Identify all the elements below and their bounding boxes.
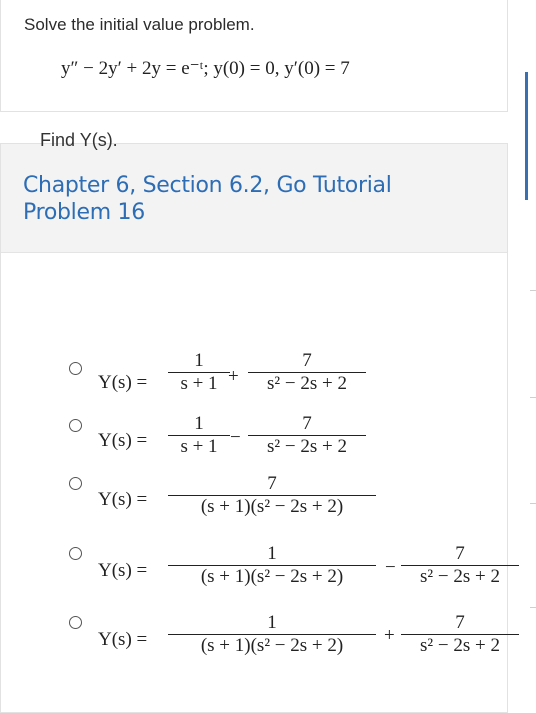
fraction-term-1: 1 s + 1 xyxy=(168,350,230,395)
side-divider xyxy=(530,607,536,608)
option-lhs: Y(s) = xyxy=(98,560,148,581)
fraction-term-2: 7 s² − 2s + 2 xyxy=(401,612,519,657)
radio-button[interactable] xyxy=(69,477,82,490)
side-divider xyxy=(530,397,536,398)
numerator: 7 xyxy=(455,543,465,564)
denominator: s² − 2s + 2 xyxy=(267,436,347,457)
radio-button[interactable] xyxy=(69,547,82,560)
option-lhs: Y(s) = xyxy=(98,629,148,650)
operator: − xyxy=(385,557,396,578)
find-label: Find Y(s). xyxy=(40,130,118,151)
tutorial-header: Chapter 6, Section 6.2, Go Tutorial Prob… xyxy=(1,144,507,253)
tutorial-title: Chapter 6, Section 6.2, Go Tutorial Prob… xyxy=(23,172,392,226)
denominator: s + 1 xyxy=(180,436,218,457)
denominator: (s + 1)(s² − 2s + 2) xyxy=(200,635,344,656)
fraction-term-2: 7 s² − 2s + 2 xyxy=(248,350,366,395)
tutorial-title-line2: Problem 16 xyxy=(23,200,145,225)
numerator: 1 xyxy=(194,350,204,371)
tutorial-title-line1: Chapter 6, Section 6.2, Go Tutorial xyxy=(23,173,392,198)
operator: + xyxy=(384,625,395,646)
fraction-term-1: 1 s + 1 xyxy=(168,413,230,458)
numerator: 7 xyxy=(455,612,465,633)
denominator: s + 1 xyxy=(180,373,218,394)
fraction-term-1: 1 (s + 1)(s² − 2s + 2) xyxy=(168,543,376,588)
radio-button[interactable] xyxy=(69,616,82,629)
problem-card: Solve the initial value problem. y″ − 2y… xyxy=(0,0,508,112)
operator: − xyxy=(230,427,241,448)
fraction-term-2: 7 s² − 2s + 2 xyxy=(248,413,366,458)
radio-button[interactable] xyxy=(69,419,82,432)
denominator: (s + 1)(s² − 2s + 2) xyxy=(200,566,344,587)
problem-prompt: Solve the initial value problem. xyxy=(24,15,255,34)
fraction-term-1: 1 (s + 1)(s² − 2s + 2) xyxy=(168,612,376,657)
radio-button[interactable] xyxy=(69,362,82,375)
denominator: s² − 2s + 2 xyxy=(420,566,500,587)
option-lhs: Y(s) = xyxy=(98,372,148,393)
problem-equation: y″ − 2y′ + 2y = e⁻ᵗ; y(0) = 0, y′(0) = 7 xyxy=(61,58,350,79)
side-divider xyxy=(530,290,536,291)
numerator: 7 xyxy=(267,473,277,494)
find-label-text: Find Y(s). xyxy=(40,130,118,150)
numerator: 7 xyxy=(302,350,312,371)
side-divider xyxy=(530,503,536,504)
fraction-term-2: 7 s² − 2s + 2 xyxy=(401,543,519,588)
denominator: s² − 2s + 2 xyxy=(420,635,500,656)
denominator: (s + 1)(s² − 2s + 2) xyxy=(200,496,344,517)
option-lhs: Y(s) = xyxy=(98,489,148,510)
scroll-indicator[interactable] xyxy=(525,72,528,200)
numerator: 1 xyxy=(267,543,277,564)
numerator: 1 xyxy=(194,413,204,434)
numerator: 7 xyxy=(302,413,312,434)
operator: + xyxy=(228,366,239,387)
fraction-term-1: 7 (s + 1)(s² − 2s + 2) xyxy=(168,473,376,518)
denominator: s² − 2s + 2 xyxy=(267,373,347,394)
option-lhs: Y(s) = xyxy=(98,430,148,451)
numerator: 1 xyxy=(267,612,277,633)
